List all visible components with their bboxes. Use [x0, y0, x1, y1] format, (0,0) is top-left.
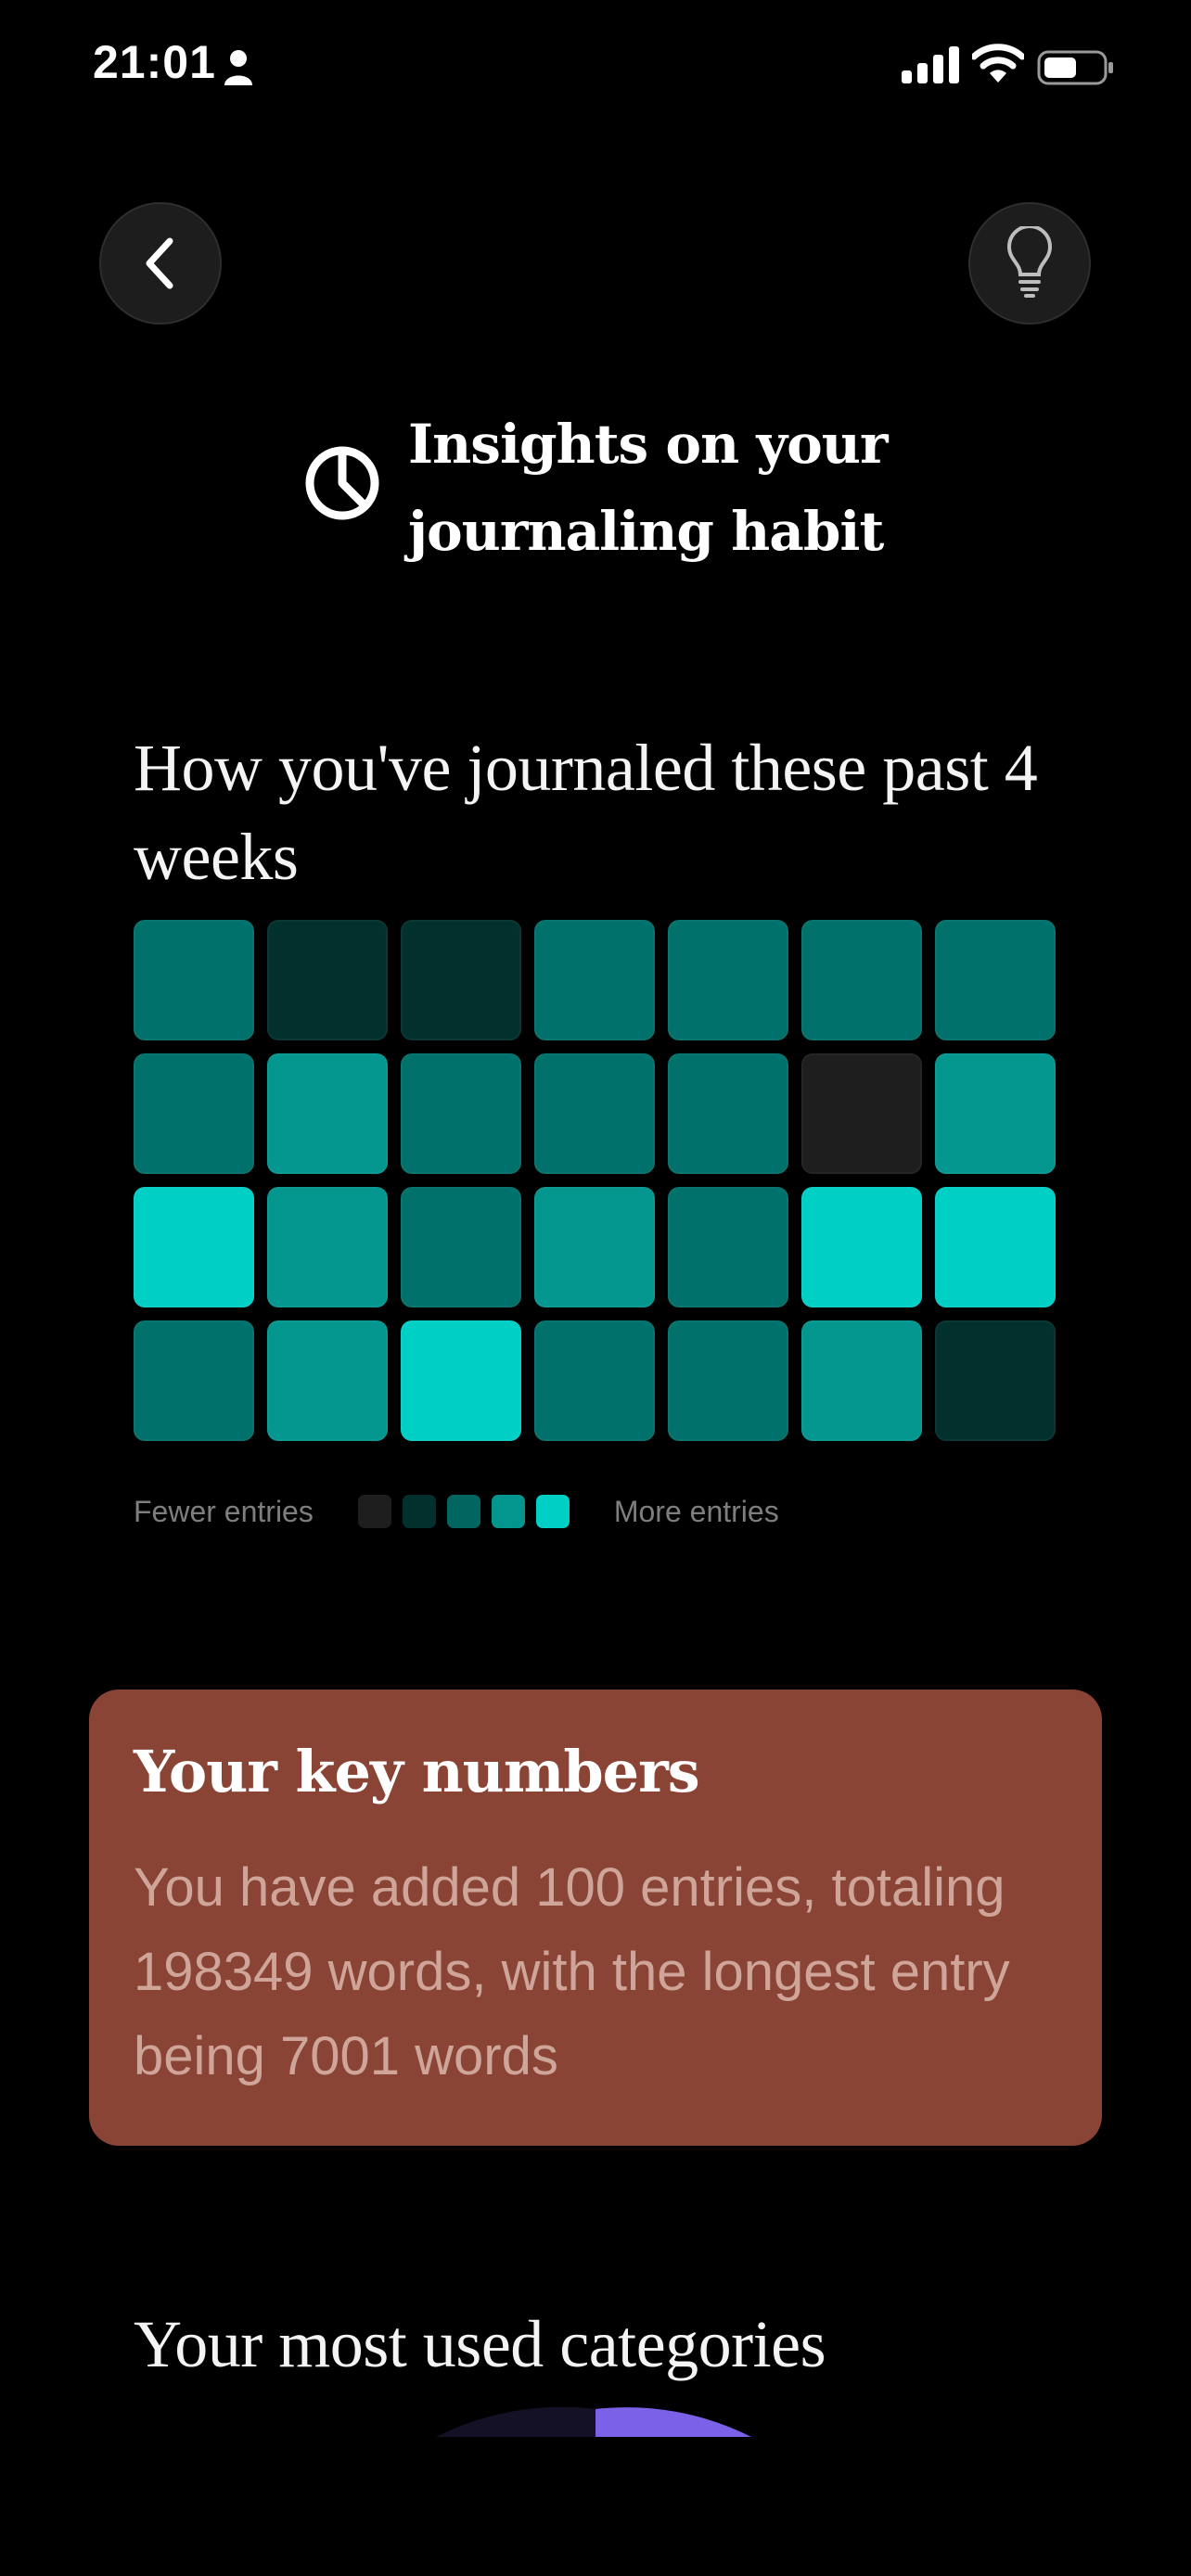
heatmap-cell — [534, 1053, 655, 1174]
key-numbers-title: Your key numbers — [134, 1738, 700, 1805]
back-button[interactable] — [99, 202, 222, 325]
legend-swatch — [357, 1495, 391, 1528]
heatmap-cell — [668, 1187, 788, 1307]
heatmap-cell — [267, 1187, 388, 1307]
weeks-heading: How you've journaled these past 4 weeks — [134, 731, 1038, 894]
heatmap-cell — [401, 1053, 521, 1174]
heatmap-cell — [401, 920, 521, 1040]
lightbulb-icon — [1006, 226, 1053, 298]
heatmap-cell — [401, 1187, 521, 1307]
heatmap-cell — [668, 1320, 788, 1441]
legend-fewer-label: Fewer entries — [134, 1494, 314, 1528]
heatmap-cell — [668, 920, 788, 1040]
status-time: 21:01 — [93, 36, 216, 88]
heatmap-cell — [534, 1187, 655, 1307]
heatmap-cell — [534, 920, 655, 1040]
heatmap-cell — [801, 920, 922, 1040]
key-numbers-summary: You have added 100 entries, totaling 198… — [134, 1857, 1010, 2086]
heatmap-cell — [935, 1187, 1056, 1307]
tip-button[interactable] — [968, 202, 1091, 325]
pie-chart-icon — [305, 446, 379, 520]
person-icon — [224, 50, 252, 85]
cellular-signal-icon — [902, 46, 959, 83]
heatmap-cell — [134, 1187, 254, 1307]
heatmap-cell — [267, 920, 388, 1040]
heatmap-cell — [668, 1053, 788, 1174]
legend-swatches — [357, 1495, 570, 1528]
legend-swatch — [446, 1495, 480, 1528]
heatmap-cell — [134, 1053, 254, 1174]
journaling-heatmap — [134, 920, 1056, 1441]
heatmap-cell — [134, 1320, 254, 1441]
key-numbers-card: Your key numbers You have added 100 entr… — [89, 1690, 1102, 2146]
heatmap-cell — [267, 1053, 388, 1174]
page-title: Insights on your journaling habit — [408, 413, 889, 563]
heatmap-cell — [935, 1320, 1056, 1441]
heatmap-cell — [267, 1320, 388, 1441]
categories-pie-chart — [436, 2407, 751, 2437]
heatmap-cell — [935, 920, 1056, 1040]
heatmap-cell — [401, 1320, 521, 1441]
heatmap-cell — [534, 1320, 655, 1441]
chevron-left-icon — [146, 237, 173, 289]
heatmap-cell — [134, 920, 254, 1040]
legend-swatch — [402, 1495, 436, 1528]
battery-icon — [1037, 50, 1113, 85]
categories-heading: Your most used categories — [134, 2307, 826, 2381]
heatmap-cell — [801, 1320, 922, 1441]
status-bar: 21:01 — [0, 0, 1191, 139]
wifi-icon — [972, 44, 1024, 83]
heatmap-cell — [935, 1053, 1056, 1174]
legend-more-label: More entries — [613, 1494, 779, 1528]
heatmap-cell — [801, 1187, 922, 1307]
legend-swatch — [491, 1495, 525, 1528]
heatmap-legend: Fewer entries More entries — [134, 1487, 779, 1536]
heatmap-cell — [801, 1053, 922, 1174]
legend-swatch — [535, 1495, 570, 1528]
